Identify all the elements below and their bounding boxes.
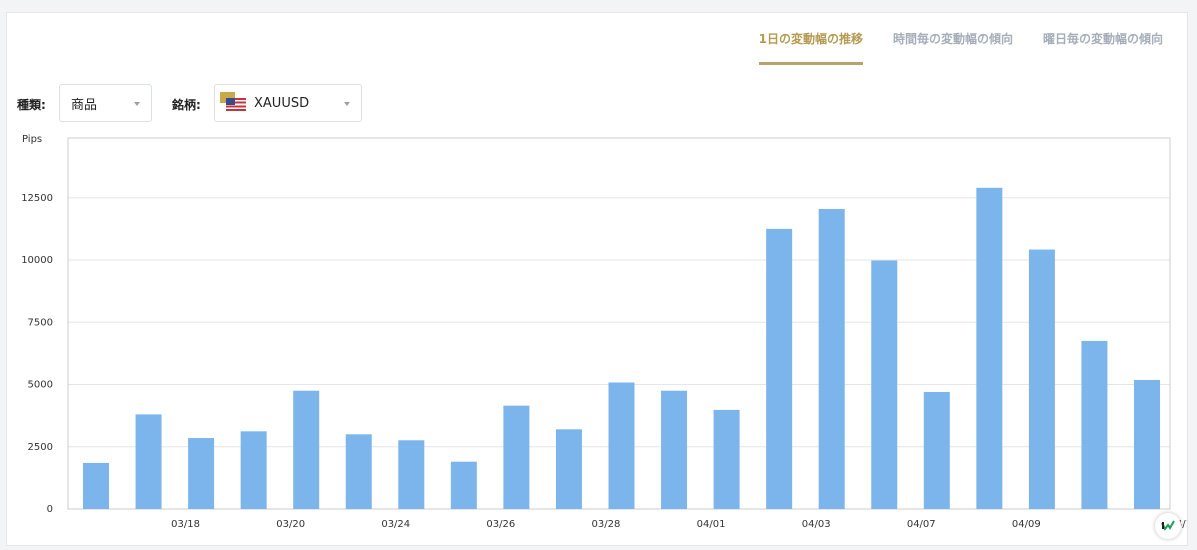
bar-03/26[interactable] — [450, 461, 477, 509]
bar-04/03[interactable] — [766, 228, 793, 509]
bar-04/11[interactable] — [1081, 340, 1108, 509]
bar-03/31[interactable] — [608, 382, 635, 509]
x-tick-label: 03/18 — [171, 519, 200, 530]
y-tick-label: 10000 — [21, 255, 53, 266]
y-tick-label: 0 — [47, 504, 53, 515]
bar-03/19[interactable] — [188, 438, 215, 509]
bar-03/18[interactable] — [135, 414, 162, 509]
bar-series — [83, 187, 1160, 510]
bar-03/27[interactable] — [503, 405, 530, 509]
x-tick-label: 03/26 — [486, 519, 515, 530]
x-tick-label: 03/28 — [592, 519, 621, 530]
y-tick-label: 7500 — [28, 317, 53, 328]
bar-03/25[interactable] — [398, 440, 425, 509]
bar-04/01[interactable] — [661, 390, 688, 509]
y-axis: 0 2500 5000 7500 10000 12500 — [21, 193, 53, 515]
bar-03/28[interactable] — [555, 429, 582, 509]
bar-04/08[interactable] — [923, 391, 950, 509]
bar-03/17[interactable] — [83, 462, 109, 509]
y-tick-label: 5000 — [28, 380, 53, 391]
bar-04/02[interactable] — [713, 409, 740, 509]
bar-04/09[interactable] — [976, 187, 1003, 510]
x-tick-label: 04/07 — [907, 519, 936, 530]
bar-04/13[interactable] — [1134, 380, 1160, 509]
x-tick-label: 04/09 — [1012, 519, 1041, 530]
bar-04/04[interactable] — [818, 208, 845, 510]
x-axis: 03/18 03/20 03/24 03/26 03/28 04/01 04/03 04/07… — [171, 519, 1187, 530]
volatility-panel: 1日の変動幅の推移 時間毎の変動幅の傾向 曜日毎の変動幅の傾向 種類: 商品 銘… — [6, 12, 1188, 546]
x-tick-label: 04/01 — [697, 519, 726, 530]
x-tick-label: 03/24 — [381, 519, 410, 530]
y-tick-label: 12500 — [21, 193, 53, 204]
bar-04/07[interactable] — [871, 260, 898, 509]
bar-03/21[interactable] — [293, 390, 320, 509]
bar-04/10[interactable] — [1028, 249, 1055, 509]
y-tick-label: 2500 — [28, 442, 53, 453]
x-tick-label: 04/03 — [802, 519, 831, 530]
bar-03/20[interactable] — [240, 431, 267, 509]
bar-03/24[interactable] — [345, 434, 372, 509]
daily-range-chart: Pips 02500500075001000012500 03/18 03/20 0… — [21, 134, 1187, 530]
y-axis-label: Pips — [22, 134, 42, 145]
tradingview-widget-icon[interactable] — [1155, 513, 1181, 539]
x-tick-label: 03/20 — [276, 519, 305, 530]
